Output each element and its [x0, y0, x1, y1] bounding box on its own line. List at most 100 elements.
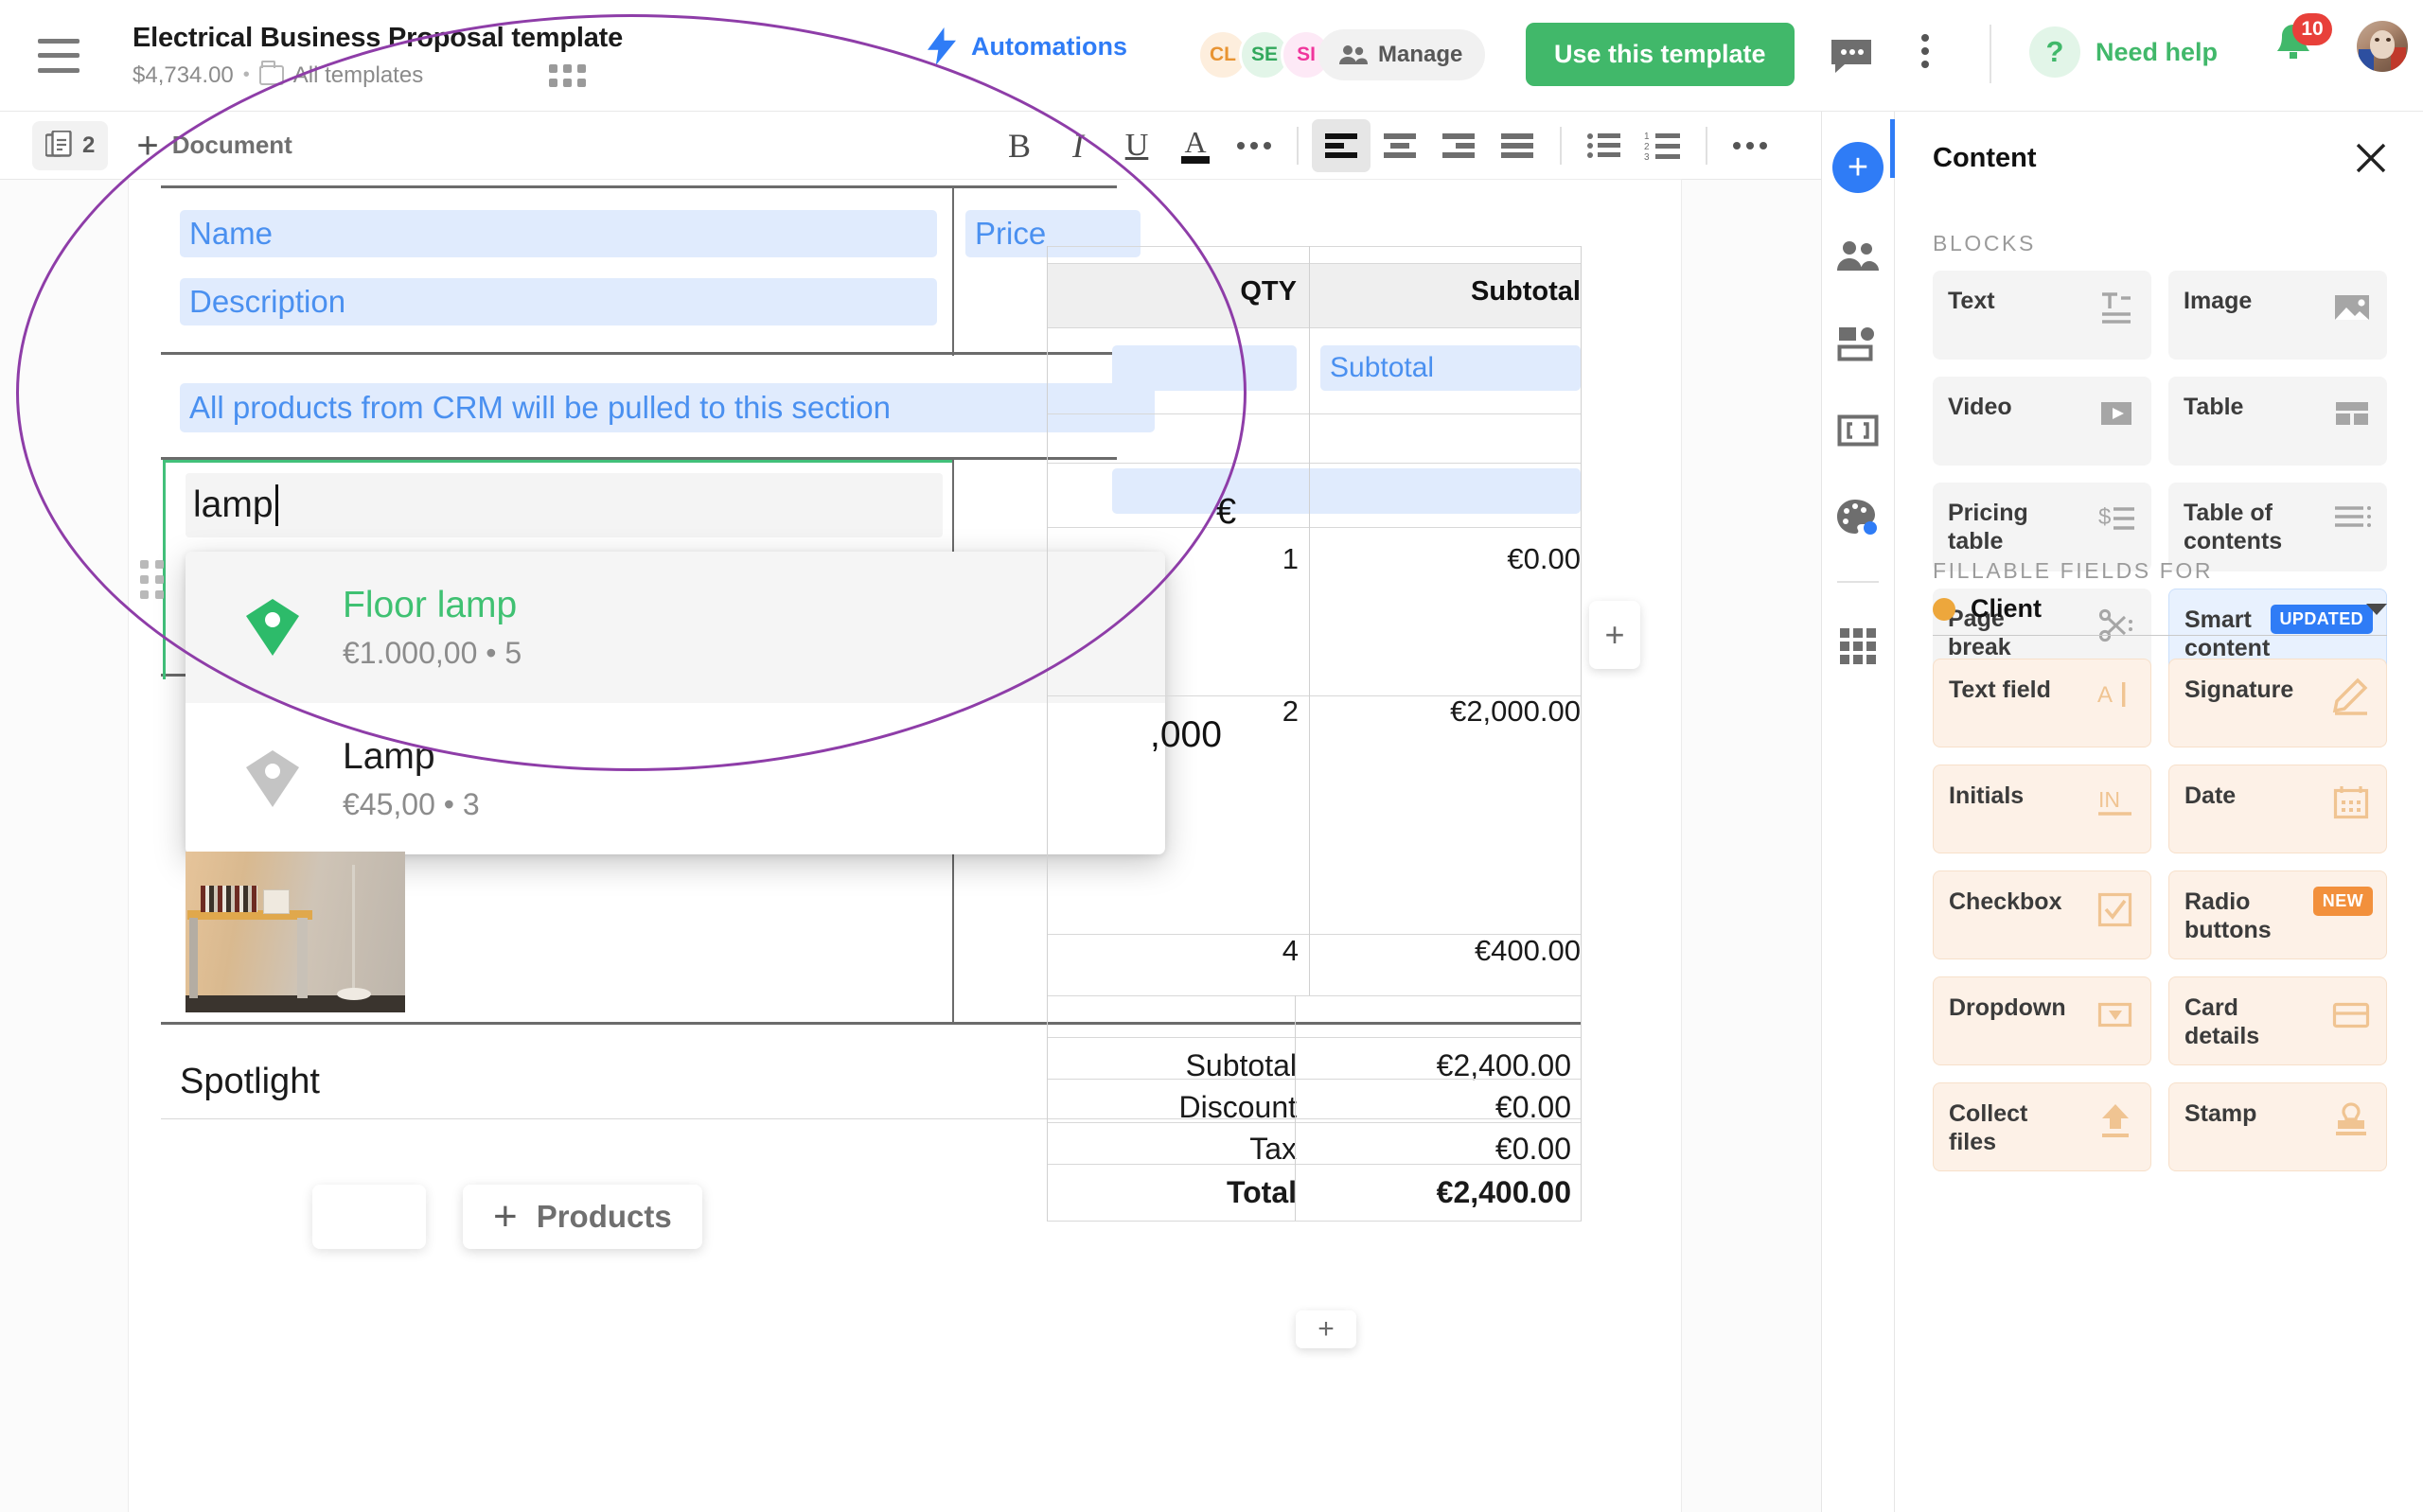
page-count-button[interactable]: 2: [32, 120, 109, 170]
image-icon: [2335, 295, 2369, 320]
add-products-button[interactable]: + Products: [463, 1185, 702, 1249]
field-checkbox[interactable]: Checkbox: [1933, 870, 2151, 959]
block-table[interactable]: Table: [2168, 377, 2387, 466]
italic-button[interactable]: I: [1049, 119, 1107, 172]
more-text-options-button[interactable]: [1225, 119, 1283, 172]
chat-bubble-icon[interactable]: [1830, 38, 1873, 80]
pages-icon: [45, 130, 72, 157]
vertical-kebab-icon[interactable]: [1921, 34, 1929, 68]
list-item[interactable]: Floor lamp €1.000,00 • 5: [186, 552, 1165, 703]
field-stamp[interactable]: Stamp: [2168, 1082, 2387, 1171]
block-label: Table of contents: [2184, 500, 2283, 554]
sidebar-item-add-block[interactable]: +: [1832, 142, 1884, 193]
align-left-button[interactable]: [1312, 119, 1371, 172]
text-color-button[interactable]: A: [1166, 119, 1225, 172]
role-name: Client: [1971, 594, 2043, 623]
plus-icon: +: [493, 1193, 518, 1239]
block-text[interactable]: Text: [1933, 271, 2151, 360]
bulleted-list-button[interactable]: [1575, 119, 1634, 172]
breadcrumb[interactable]: All templates: [293, 62, 423, 89]
use-this-template-button[interactable]: Use this template: [1526, 23, 1795, 86]
table-border: [1581, 246, 1582, 995]
add-document-button[interactable]: + Document: [136, 127, 292, 165]
column-divider: [952, 185, 954, 356]
field-radio-buttons[interactable]: Radio buttons NEW: [2168, 870, 2387, 959]
field-name[interactable]: Name: [180, 210, 937, 257]
user-avatar[interactable]: [2357, 21, 2408, 72]
page-title: Electrical Business Proposal template: [133, 22, 624, 53]
close-icon[interactable]: [2355, 142, 2387, 174]
field-price[interactable]: Price: [965, 210, 1141, 257]
field-initials[interactable]: Initials IN: [1933, 765, 2151, 853]
question-mark-icon: ?: [2029, 26, 2080, 78]
block-label: Text: [1948, 288, 1995, 314]
sidebar-item-variables[interactable]: [1834, 407, 1882, 454]
table-border: [1309, 246, 1310, 995]
field-label: Signature: [2184, 677, 2294, 703]
align-justify-button[interactable]: [1488, 119, 1547, 172]
meta-separator: •: [242, 64, 250, 85]
block-image[interactable]: Image: [2168, 271, 2387, 360]
field-subtotal[interactable]: Subtotal: [1320, 345, 1581, 391]
automations-button[interactable]: Automations: [928, 26, 1127, 66]
add-block-below-button[interactable]: +: [1296, 1310, 1356, 1348]
need-help-button[interactable]: ? Need help: [2029, 26, 2218, 78]
document-price: $4,734.00: [133, 62, 234, 88]
collaborator-avatars: CL SE SI Manage: [1197, 29, 1486, 80]
table-border: [1047, 413, 1582, 414]
block-video[interactable]: Video: [1933, 377, 2151, 466]
numbered-list-button[interactable]: 1 2 3: [1634, 119, 1692, 172]
table-icon: [2336, 402, 2368, 425]
notifications-button[interactable]: 10: [2272, 13, 2332, 73]
field-signature[interactable]: Signature: [2168, 659, 2387, 747]
manage-button[interactable]: Manage: [1318, 29, 1486, 80]
list-item[interactable]: Lamp €45,00 • 3: [186, 703, 1165, 854]
sidebar-item-apps[interactable]: [1834, 623, 1882, 670]
table-border: [1047, 246, 1582, 247]
more-options-button[interactable]: [1721, 119, 1779, 172]
bold-button[interactable]: B: [990, 119, 1049, 172]
field-card-details[interactable]: Card details: [2168, 976, 2387, 1065]
field-text-field[interactable]: Text field A: [1933, 659, 2151, 747]
drag-dots-icon[interactable]: [140, 560, 164, 599]
underline-button[interactable]: U: [1107, 119, 1166, 172]
table-border: [1295, 995, 1296, 1221]
field-placeholder-cell[interactable]: [1112, 468, 1581, 514]
table-border: [1047, 246, 1048, 995]
table-border: [1581, 995, 1582, 1221]
blocks-section-label: BLOCKS: [1933, 231, 2036, 255]
field-dropdown[interactable]: Dropdown: [1933, 976, 2151, 1065]
role-selector[interactable]: Client: [1933, 583, 2387, 636]
folder-icon: [258, 61, 284, 85]
add-row-button[interactable]: +: [1589, 601, 1640, 669]
stamp-icon: [2336, 1102, 2366, 1135]
toolbar-divider: [1706, 127, 1707, 165]
secondary-add-button[interactable]: [312, 1185, 426, 1249]
hamburger-menu-icon[interactable]: [38, 38, 80, 73]
panel-title: Content: [1933, 143, 2037, 173]
sidebar-item-layout[interactable]: [1834, 320, 1882, 367]
result-meta: €1.000,00 • 5: [343, 635, 522, 670]
text-field-icon: A: [2097, 682, 2126, 708]
sidebar-item-recipients[interactable]: [1834, 233, 1882, 280]
align-right-button[interactable]: [1429, 119, 1488, 172]
sidebar-item-theme[interactable]: [1834, 494, 1882, 541]
ellipsis-icon: [1237, 142, 1271, 149]
field-date[interactable]: Date: [2168, 765, 2387, 853]
field-placeholder-cell[interactable]: [1112, 345, 1297, 391]
field-collect-files[interactable]: Collect files: [1933, 1082, 2151, 1171]
drag-dots-icon[interactable]: [549, 64, 586, 87]
total-label: Total: [1226, 1175, 1297, 1209]
svg-text:IN: IN: [2098, 787, 2120, 812]
result-name: Lamp: [343, 735, 435, 777]
align-center-button[interactable]: [1371, 119, 1429, 172]
formatting-controls: B I U A 1 2 3: [990, 112, 1779, 180]
text-icon: [2102, 292, 2131, 324]
product-autocomplete-dropdown[interactable]: Floor lamp €1.000,00 • 5 Lamp €45,00 • 3: [186, 552, 1165, 854]
field-description[interactable]: Description: [180, 278, 937, 325]
total-value: €0.00: [1494, 1090, 1571, 1124]
product-search-input[interactable]: lamp: [186, 473, 943, 537]
row-subtotal: €400.00: [1474, 934, 1581, 967]
table-border: [1047, 1122, 1582, 1123]
crm-note[interactable]: All products from CRM will be pulled to …: [180, 383, 1155, 432]
